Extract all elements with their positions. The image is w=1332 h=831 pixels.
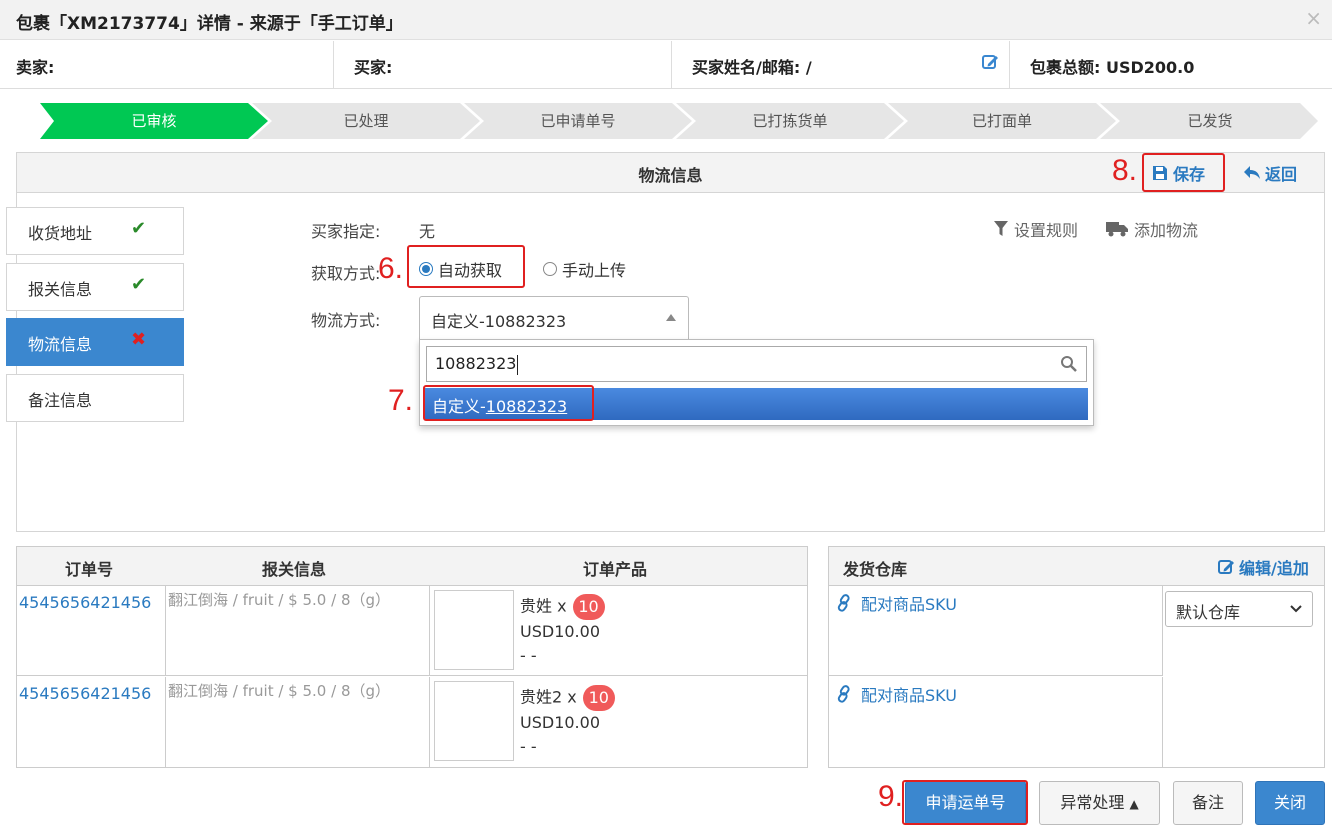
buyer-specified-value: 无 <box>419 222 436 241</box>
header-declaration: 报关信息 <box>262 560 327 579</box>
quantity-badge: 10 <box>572 594 605 620</box>
link-icon <box>837 594 850 612</box>
pair-sku-link[interactable]: 配对商品SKU <box>837 682 957 706</box>
step-picklist-printed: 已打拣货单 <box>676 103 904 139</box>
annotation-6: 6. <box>378 252 404 285</box>
edit-append-button[interactable]: 编辑/追加 <box>1217 555 1309 579</box>
exception-handling-button[interactable]: 异常处理 ▲ <box>1039 781 1160 825</box>
highlight-save <box>1142 153 1225 192</box>
step-reviewed: 已审核 <box>40 103 268 139</box>
warehouse-select[interactable]: 默认仓库 <box>1165 591 1313 627</box>
warehouse-table: 发货仓库 编辑/追加 配对商品SKU 配对商品SKU 默认仓库 <box>828 546 1325 768</box>
close-icon[interactable]: × <box>1305 6 1322 30</box>
chevron-down-icon <box>1290 605 1302 613</box>
logistics-method-label: 物流方式: <box>311 311 381 330</box>
note-button[interactable]: 备注 <box>1173 781 1243 825</box>
step-tracking-requested: 已申请单号 <box>464 103 692 139</box>
filter-icon <box>994 221 1008 236</box>
caret-up-icon <box>666 314 676 321</box>
set-rules-link[interactable]: 设置规则 <box>994 217 1078 241</box>
step-processed: 已处理 <box>252 103 480 139</box>
edit-icon[interactable] <box>981 53 999 71</box>
warehouse-row: 配对商品SKU <box>829 677 1163 767</box>
reply-icon <box>1244 166 1260 179</box>
annotation-8: 8. <box>1112 154 1138 187</box>
radio-auto-fetch[interactable]: 自动获取 <box>419 257 502 281</box>
tab-customs-info[interactable]: 报关信息 ✔ <box>6 263 184 311</box>
check-icon: ✔ <box>131 218 147 239</box>
orders-table: 订单号 报关信息 订单产品 4545656421456 翻江倒海 / fruit… <box>16 546 808 768</box>
quantity-badge: 10 <box>582 685 615 711</box>
radio-checked-icon <box>419 262 433 276</box>
check-icon: ✔ <box>131 274 147 295</box>
search-icon <box>1061 356 1077 372</box>
declaration-text: 翻江倒海 / fruit / $ 5.0 / 8（g） <box>168 591 391 609</box>
edit-icon <box>1218 560 1234 574</box>
back-button[interactable]: 返回 <box>1243 161 1297 185</box>
tab-remark-info[interactable]: 备注信息 <box>6 374 184 422</box>
order-number-link[interactable]: 4545656421456 <box>19 684 151 703</box>
cross-icon: ✖ <box>131 329 147 350</box>
package-info-row: 卖家: 买家: 买家姓名/邮箱: / 包裹总额: USD200.0 <box>0 41 1332 89</box>
warehouse-title: 发货仓库 <box>843 560 908 579</box>
highlight-apply-tracking <box>902 780 1028 825</box>
highlight-logistics-option <box>423 385 594 421</box>
pair-sku-link[interactable]: 配对商品SKU <box>837 591 957 615</box>
product-info: 贵姓2 x 10 USD10.00 - - <box>520 685 615 759</box>
product-thumbnail <box>434 681 514 761</box>
fetch-method-label: 获取方式: <box>311 264 381 283</box>
header-products: 订单产品 <box>583 560 648 579</box>
add-logistics-link[interactable]: 添加物流 <box>1106 217 1198 241</box>
logistics-method-select[interactable]: 自定义-10882323 <box>419 296 689 340</box>
tab-logistics-info[interactable]: 物流信息 ✖ <box>6 318 184 366</box>
declaration-text: 翻江倒海 / fruit / $ 5.0 / 8（g） <box>168 682 391 700</box>
back-label: 返回 <box>1265 165 1298 184</box>
radio-manual-upload[interactable]: 手动上传 <box>543 257 626 281</box>
dialog-title-bar: 包裹「XM2173774」详情 - 来源于「手工订单」 × <box>0 0 1332 40</box>
table-row: 4545656421456 翻江倒海 / fruit / $ 5.0 / 8（g… <box>17 677 807 767</box>
dialog-title: 包裹「XM2173774」详情 - 来源于「手工订单」 <box>16 14 403 34</box>
table-row: 4545656421456 翻江倒海 / fruit / $ 5.0 / 8（g… <box>17 586 807 676</box>
close-button[interactable]: 关闭 <box>1255 781 1325 825</box>
radio-unchecked-icon <box>543 262 557 276</box>
step-shipped: 已发货 <box>1100 103 1320 139</box>
link-icon <box>837 685 850 703</box>
seller-label: 卖家: <box>0 41 334 89</box>
product-info: 贵姓 x 10 USD10.00 - - <box>520 594 605 668</box>
buyer-name-email-label: 买家姓名/邮箱: / <box>692 58 812 77</box>
buyer-name-email-cell: 买家姓名/邮箱: / <box>676 41 1010 89</box>
package-total: 包裹总额: USD200.0 <box>1030 58 1195 77</box>
header-order-no: 订单号 <box>65 560 114 579</box>
warehouse-header: 发货仓库 编辑/追加 <box>829 547 1324 586</box>
annotation-7: 7. <box>388 384 414 417</box>
buyer-label: 买家: <box>338 41 672 89</box>
tab-shipping-address[interactable]: 收货地址 ✔ <box>6 207 184 255</box>
order-number-link[interactable]: 4545656421456 <box>19 593 151 612</box>
warehouse-row: 配对商品SKU <box>829 586 1163 676</box>
truck-icon <box>1106 222 1128 237</box>
orders-table-header: 订单号 报关信息 订单产品 <box>17 547 807 586</box>
caret-up-icon: ▲ <box>1129 797 1139 811</box>
status-steps: 已审核 已处理 已申请单号 已打拣货单 已打面单 已发货 <box>40 103 1320 139</box>
logistics-search-input[interactable]: 10882323 <box>426 346 1087 382</box>
product-thumbnail <box>434 590 514 670</box>
step-label-printed: 已打面单 <box>888 103 1116 139</box>
buyer-specified-label: 买家指定: <box>311 222 381 241</box>
annotation-9: 9. <box>878 780 904 813</box>
